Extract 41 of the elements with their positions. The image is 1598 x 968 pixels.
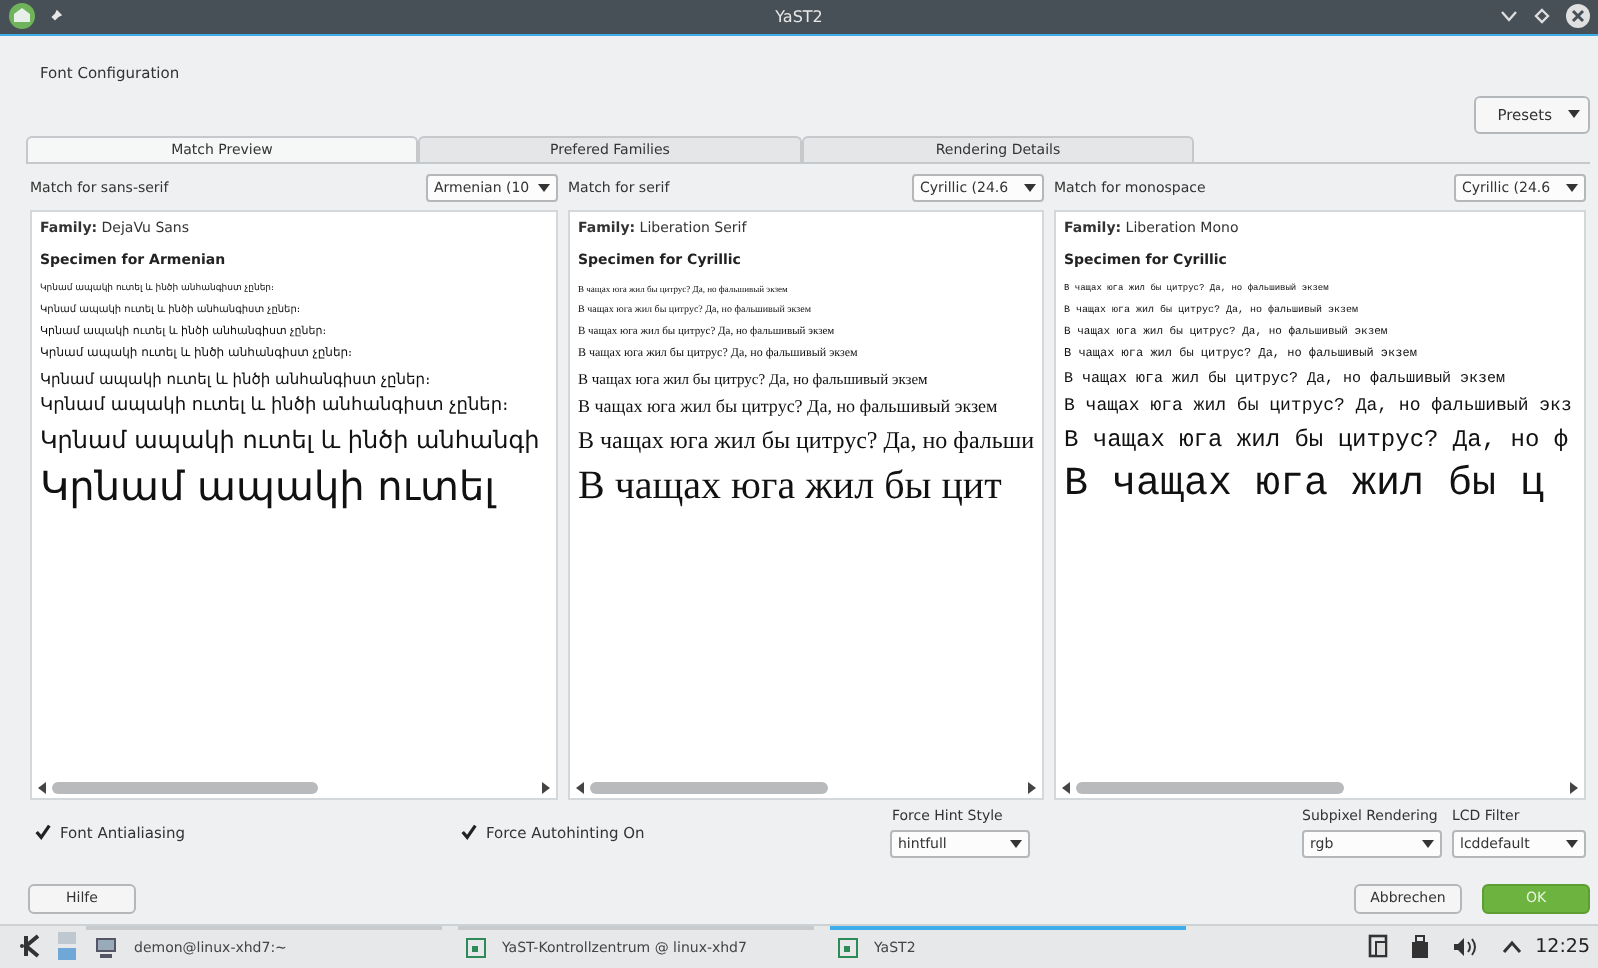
expand-tray-icon[interactable]	[1501, 939, 1522, 954]
specimen-line: В чащах юга жил бы цитрус? Да, но фальшивый экз	[1064, 397, 1574, 418]
checkbox[interactable]	[34, 823, 52, 842]
app-icon	[8, 2, 36, 31]
scrollbar-thumb[interactable]	[1076, 781, 1345, 794]
specimen-line: В чащах юга жил бы цит	[578, 463, 1004, 508]
scroll-left-icon[interactable]	[1062, 781, 1070, 794]
checkbox[interactable]	[460, 823, 478, 842]
caret-icon	[1566, 184, 1578, 193]
window-title: YaST2	[773, 7, 825, 26]
window-icon	[466, 938, 486, 959]
scroll-right-icon[interactable]	[1570, 781, 1578, 794]
scrollbar-thumb[interactable]	[52, 781, 319, 794]
minimize-icon[interactable]	[1500, 10, 1518, 23]
window-icon	[838, 938, 858, 959]
specimen-line: Կրնամ ապակի ուտել և ինծի անհանգիստ չըներ։	[40, 397, 511, 418]
clock: 12:25	[1535, 935, 1590, 958]
caret-icon	[1024, 184, 1036, 193]
specimen-line: В чащах юга жил бы цитрус? Да, но ф	[1064, 427, 1571, 454]
specimen-line: В чащах юга жил бы цитрус? Да, но фальшивый экзем	[578, 397, 1000, 418]
clipboard-icon[interactable]	[1367, 934, 1388, 959]
specimen-line: В чащах юга жил бы цитрус? Да, но фальши	[578, 427, 1034, 454]
specimen-line: Կրնամ ապակի ուտել	[40, 463, 499, 508]
specimen-line: В чащах юга жил бы ц	[1064, 463, 1547, 508]
maximize-icon[interactable]	[1534, 8, 1550, 25]
caret-icon	[1010, 839, 1022, 848]
caret-icon	[1566, 839, 1578, 848]
scroll-left-icon[interactable]	[576, 781, 584, 794]
scroll-right-icon[interactable]	[542, 781, 550, 794]
scroll-left-icon[interactable]	[38, 781, 46, 794]
caret-icon	[1568, 110, 1580, 119]
scroll-right-icon[interactable]	[1028, 781, 1036, 794]
caret-icon	[1422, 839, 1434, 848]
volume-icon[interactable]	[1451, 935, 1480, 958]
caret-icon	[538, 184, 550, 193]
device-icon[interactable]	[1409, 934, 1430, 959]
monitor-icon	[94, 936, 118, 961]
pin-icon[interactable]	[46, 7, 64, 26]
scrollbar-thumb[interactable]	[590, 781, 828, 794]
close-icon[interactable]	[1566, 4, 1590, 29]
specimen-line: Կրնամ ապակի ուտել և ինծի անհանգի	[40, 427, 542, 454]
